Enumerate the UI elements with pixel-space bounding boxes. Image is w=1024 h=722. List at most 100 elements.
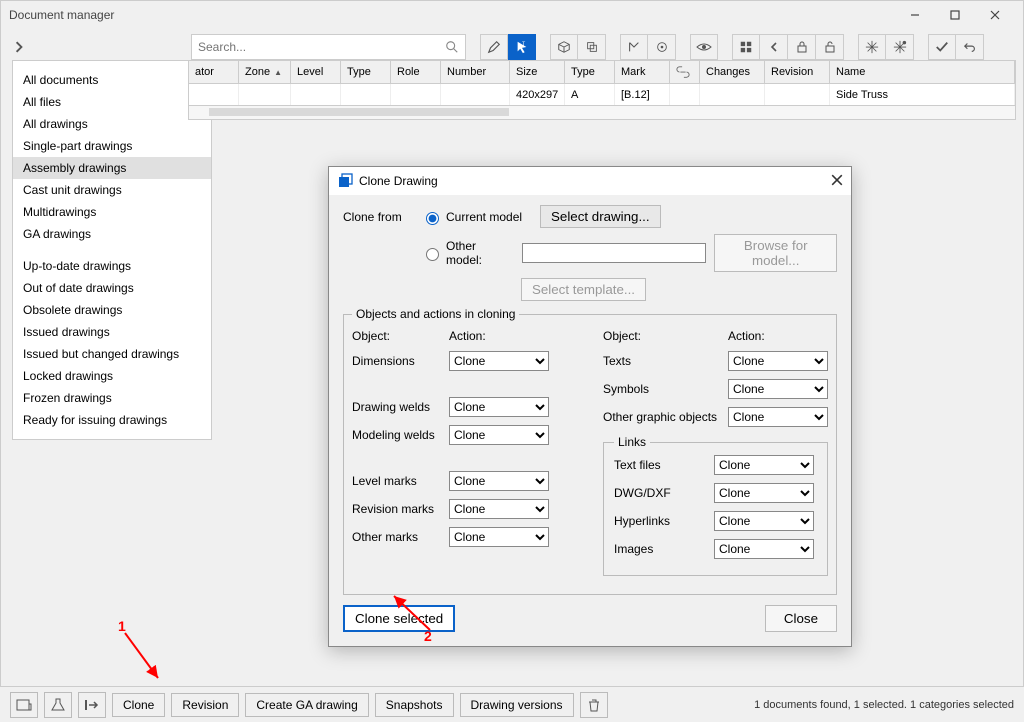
dialog-close-button[interactable]: Close [765,605,837,632]
sel-other-graphic[interactable]: Clone [728,407,828,427]
maximize-button[interactable] [935,5,975,25]
browse-model-button[interactable]: Browse for model... [714,234,837,272]
sidebar-item-assembly[interactable]: Assembly drawings [13,157,211,179]
col-head[interactable]: Number [441,61,510,83]
sidebar-item[interactable]: All files [13,91,211,113]
col-head[interactable]: Mark [615,61,670,83]
col-head[interactable]: ator [189,61,239,83]
target-icon[interactable] [648,34,676,60]
sidebar-item[interactable]: Out of date drawings [13,277,211,299]
col-head-zone[interactable]: Zone [239,61,291,83]
lock-icon[interactable] [788,34,816,60]
undo-icon[interactable] [956,34,984,60]
clone-selected-button[interactable]: Clone selected [343,605,455,632]
col-head[interactable]: Changes [700,61,765,83]
sidebar-item[interactable]: Ready for issuing drawings [13,409,211,431]
sel-dwgdxf[interactable]: Clone [714,483,814,503]
close-button[interactable] [975,5,1015,25]
chevron-right-icon[interactable] [5,33,33,61]
grid-header: ator Zone Level Type Role Number Size Ty… [188,60,1016,84]
col-head[interactable]: Level [291,61,341,83]
grid-row[interactable]: 420x297 A [B.12] Side Truss [188,84,1016,106]
sel-drawing-welds[interactable]: Clone [449,397,549,417]
check-icon[interactable] [928,34,956,60]
dialog-icon [337,173,353,189]
cursor-icon[interactable]: T [508,34,536,60]
cube-icon[interactable] [550,34,578,60]
object-header-r: Object: [603,329,728,343]
dialog-close-icon[interactable] [831,174,843,189]
unlock-icon[interactable] [816,34,844,60]
other-model-input[interactable] [522,243,707,263]
horizontal-scrollbar[interactable] [188,106,1016,120]
sidebar-item[interactable]: Up-to-date drawings [13,255,211,277]
radio-other-model[interactable]: Other model: [421,239,504,267]
pencil-icon[interactable] [480,34,508,60]
sidebar-item[interactable]: Frozen drawings [13,387,211,409]
sel-textfiles[interactable]: Clone [714,455,814,475]
col-head[interactable]: Revision [765,61,830,83]
obj-symbols: Symbols [603,382,728,396]
create-ga-button[interactable]: Create GA drawing [245,693,368,717]
cell-type: A [565,84,615,105]
col-head[interactable]: Size [510,61,565,83]
window-title: Document manager [9,8,114,22]
snow-icon[interactable] [858,34,886,60]
obj-other-graphic: Other graphic objects [603,410,728,424]
sidebar-item[interactable]: All drawings [13,113,211,135]
snapshots-button[interactable]: Snapshots [375,693,454,717]
sidebar-item[interactable]: Issued but changed drawings [13,343,211,365]
sel-modeling-welds[interactable]: Clone [449,425,549,445]
search-icon[interactable] [445,40,459,59]
trash-icon[interactable] [580,692,608,718]
sel-level-marks[interactable]: Clone [449,471,549,491]
sidebar-item[interactable]: Issued drawings [13,321,211,343]
sidebar-item[interactable]: All documents [13,69,211,91]
clone-from-label: Clone from [343,210,413,224]
sidebar-item[interactable]: Locked drawings [13,365,211,387]
page-icon[interactable] [10,692,38,718]
stack-icon[interactable] [578,34,606,60]
col-head[interactable]: Role [391,61,441,83]
sel-hyperlinks[interactable]: Clone [714,511,814,531]
radio-current-model[interactable]: Current model [421,209,522,225]
obj-images: Images [614,542,714,556]
col-head[interactable]: Type [341,61,391,83]
col-head[interactable]: Name [830,61,1015,83]
obj-modeling-welds: Modeling welds [352,428,449,442]
obj-dimensions: Dimensions [352,354,449,368]
sel-symbols[interactable]: Clone [728,379,828,399]
minimize-button[interactable] [895,5,935,25]
col-head[interactable]: Type [565,61,615,83]
eye-icon[interactable] [690,34,718,60]
obj-texts: Texts [603,354,728,368]
col-head-link-icon[interactable] [670,61,700,83]
sel-revision-marks[interactable]: Clone [449,499,549,519]
sidebar-item[interactable]: Multidrawings [13,201,211,223]
clone-button[interactable]: Clone [112,693,165,717]
cell-name: Side Truss [830,84,1015,105]
flask-icon[interactable] [44,692,72,718]
export-icon[interactable] [78,692,106,718]
action-header-r: Action: [728,329,765,343]
search-input[interactable] [192,35,438,59]
sidebar-item[interactable]: GA drawings [13,223,211,245]
sidebar-item[interactable]: Single-part drawings [13,135,211,157]
sel-images[interactable]: Clone [714,539,814,559]
obj-hyperlinks: Hyperlinks [614,514,714,528]
chevron-left-icon[interactable] [760,34,788,60]
cell-mark: [B.12] [615,84,670,105]
drawing-versions-button[interactable]: Drawing versions [460,693,574,717]
snow-add-icon[interactable] [886,34,914,60]
obj-textfiles: Text files [614,458,714,472]
sidebar-item[interactable]: Cast unit drawings [13,179,211,201]
revision-button[interactable]: Revision [171,693,239,717]
grid-icon[interactable] [732,34,760,60]
sel-other-marks[interactable]: Clone [449,527,549,547]
align-icon[interactable] [620,34,648,60]
sel-dimensions[interactable]: Clone [449,351,549,371]
sel-texts[interactable]: Clone [728,351,828,371]
select-template-button[interactable]: Select template... [521,278,646,301]
sidebar-item[interactable]: Obsolete drawings [13,299,211,321]
select-drawing-button[interactable]: Select drawing... [540,205,661,228]
